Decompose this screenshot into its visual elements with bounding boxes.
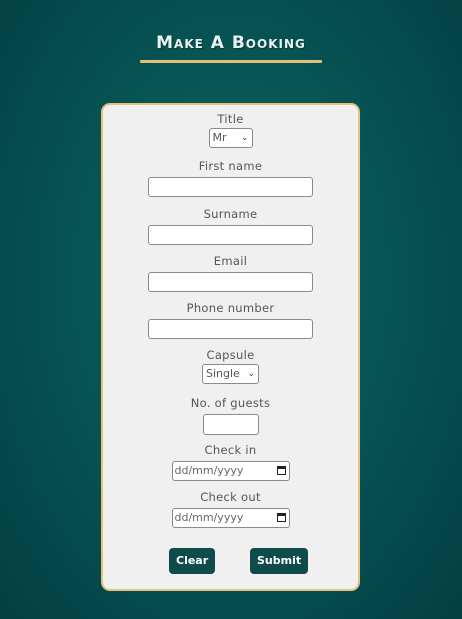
chevron-down-icon: ⌄ <box>247 369 255 379</box>
title-label: Title <box>217 112 244 126</box>
email-label: Email <box>213 254 248 268</box>
surname-input[interactable] <box>148 225 313 245</box>
guests-field: No. of guests <box>103 396 358 435</box>
surname-label: Surname <box>203 207 258 221</box>
guests-label: No. of guests <box>190 396 271 410</box>
phone-label: Phone number <box>186 301 275 315</box>
calendar-icon[interactable] <box>276 513 286 522</box>
check-in-field: Check in dd/mm/yyyy <box>103 443 358 481</box>
calendar-icon[interactable] <box>276 466 286 475</box>
phone-field: Phone number <box>103 301 358 339</box>
capsule-select[interactable]: Single ⌄ <box>202 364 259 384</box>
email-input[interactable] <box>148 272 313 292</box>
title-select[interactable]: Mr ⌄ <box>208 128 253 148</box>
email-field: Email <box>103 254 358 292</box>
booking-form: Title Mr ⌄ First name Surname Email Phon… <box>101 103 360 591</box>
check-out-input[interactable]: dd/mm/yyyy <box>171 508 290 528</box>
title-select-value: Mr <box>212 131 227 144</box>
check-in-placeholder: dd/mm/yyyy <box>174 464 244 477</box>
clear-button[interactable]: Clear <box>169 548 216 574</box>
check-out-field: Check out dd/mm/yyyy <box>103 490 358 528</box>
chevron-down-icon: ⌄ <box>240 133 249 143</box>
capsule-label: Capsule <box>206 348 255 362</box>
capsule-field: Capsule Single ⌄ <box>103 348 358 384</box>
surname-field: Surname <box>103 207 358 245</box>
phone-input[interactable] <box>148 319 313 339</box>
capsule-select-value: Single <box>206 367 240 380</box>
submit-button[interactable]: Submit <box>250 548 309 574</box>
guests-input[interactable] <box>202 414 259 435</box>
first-name-field: First name <box>103 159 358 197</box>
check-out-placeholder: dd/mm/yyyy <box>174 511 244 524</box>
title-field: Title Mr ⌄ <box>103 112 358 148</box>
first-name-input[interactable] <box>148 177 313 197</box>
title-underline <box>140 60 322 63</box>
check-in-label: Check in <box>204 443 257 457</box>
first-name-label: First name <box>198 159 263 173</box>
check-in-input[interactable]: dd/mm/yyyy <box>171 461 290 481</box>
check-out-label: Check out <box>200 490 261 504</box>
page-title: Make A Booking <box>156 33 306 53</box>
